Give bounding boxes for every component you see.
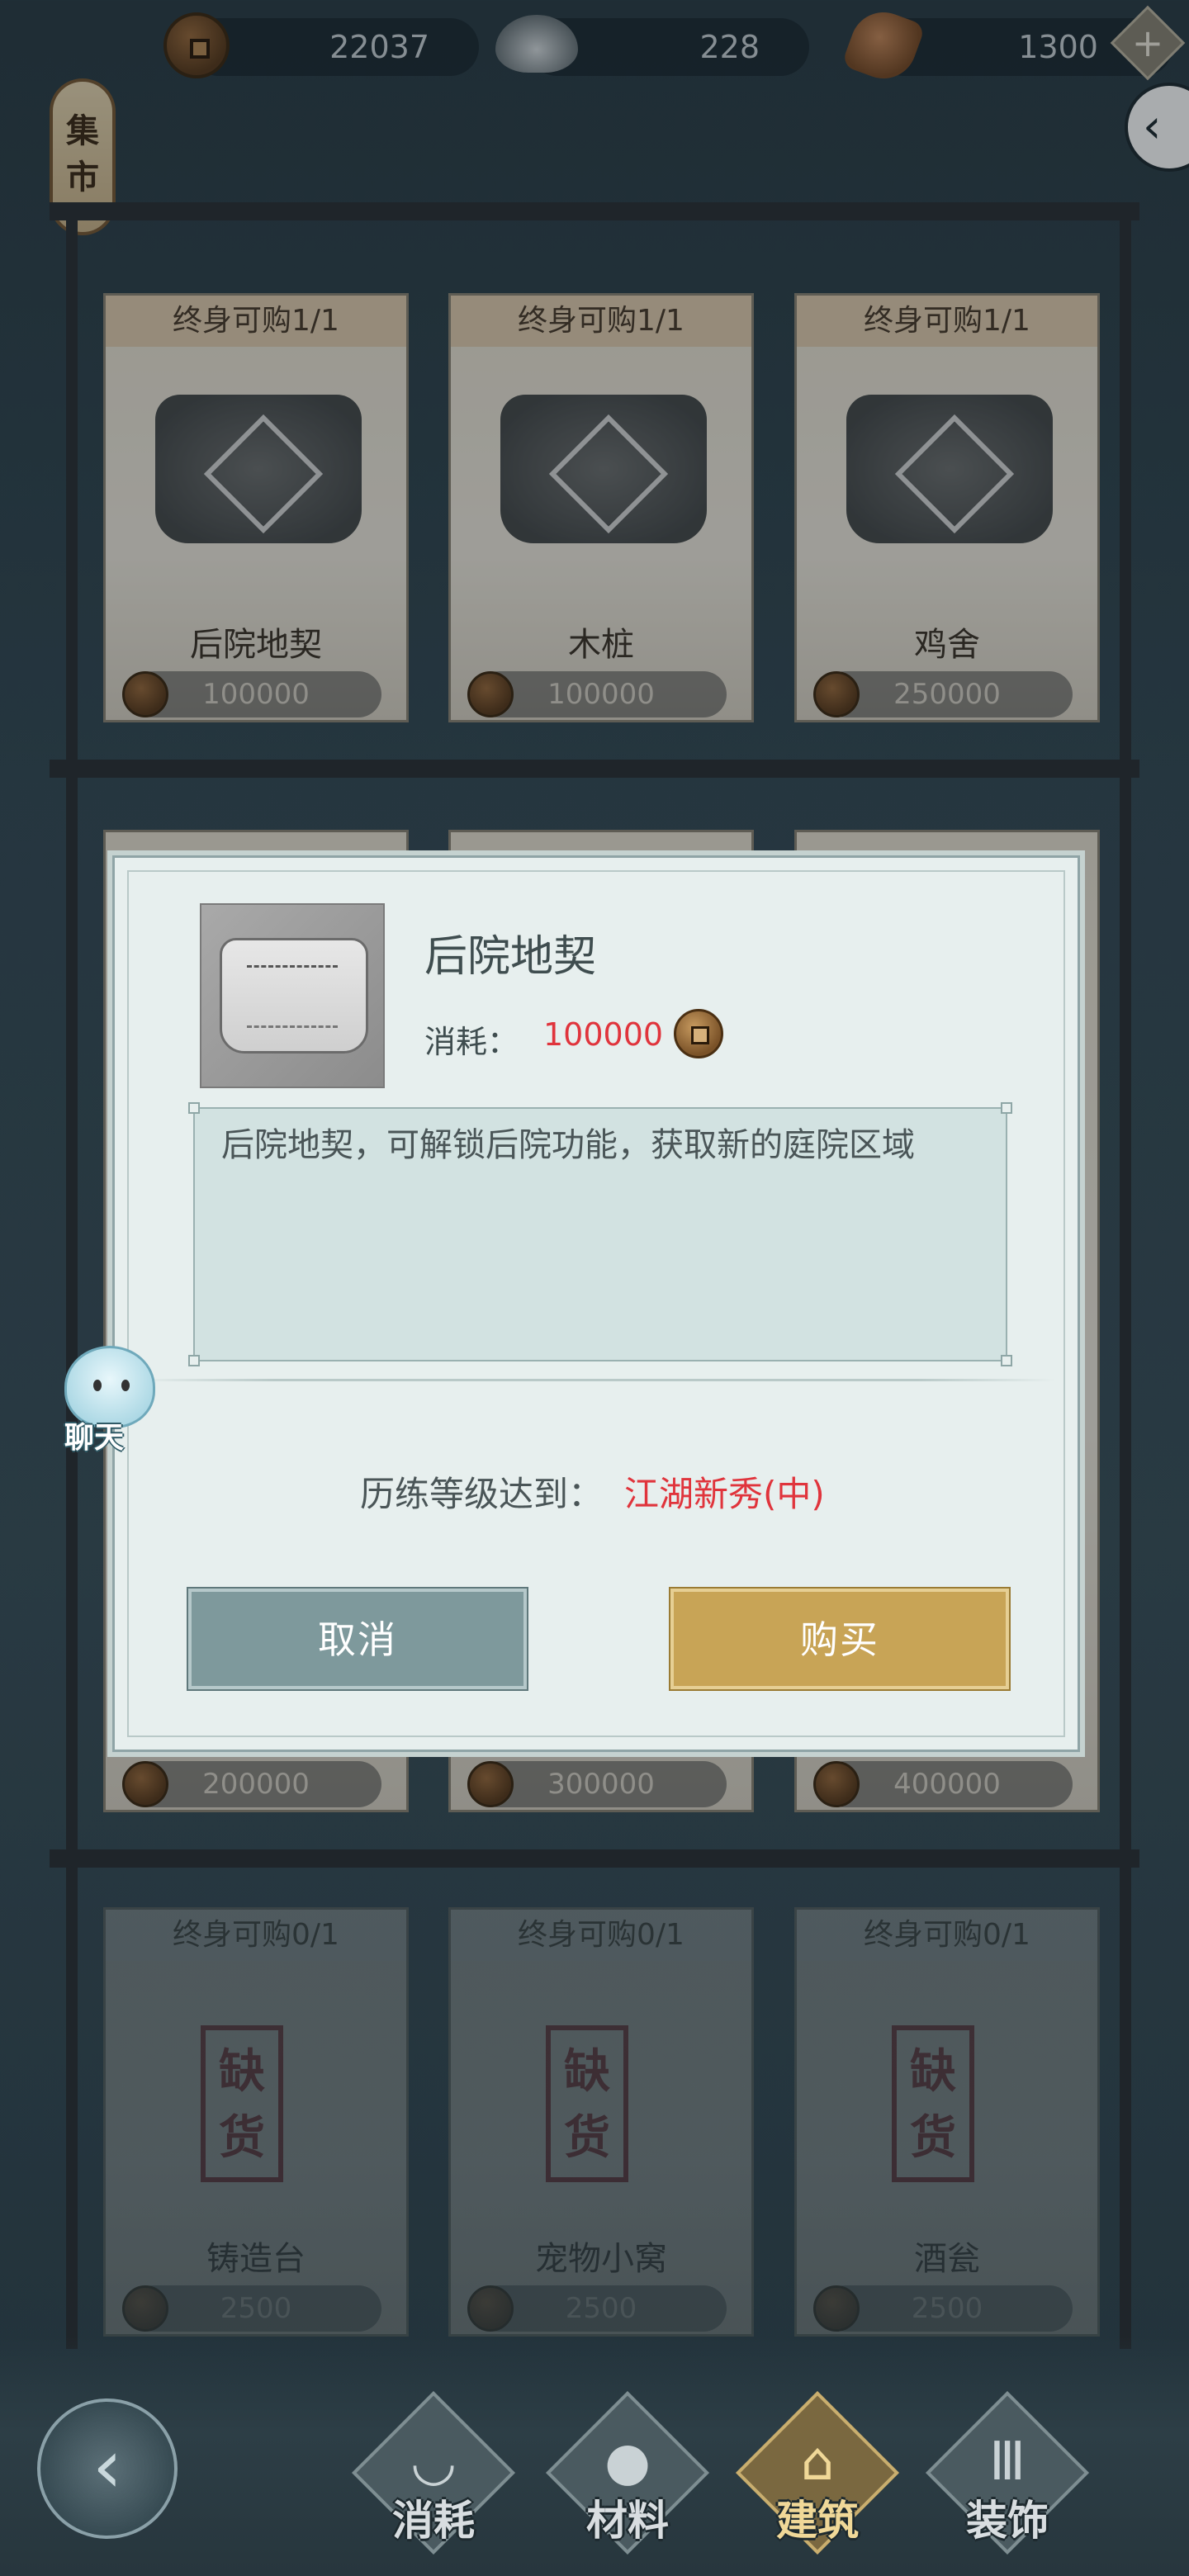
item-description: 后院地契，可解锁后院功能，获取新的庭院区域 bbox=[221, 1126, 915, 1164]
requirement-value: 江湖新秀(中) bbox=[624, 1474, 825, 1514]
buy-button[interactable]: 购买 bbox=[670, 1589, 1009, 1689]
cost-label: 消耗： bbox=[424, 1024, 519, 1060]
corner-ornament bbox=[1001, 1102, 1012, 1114]
corner-ornament bbox=[1001, 1355, 1012, 1366]
corner-ornament bbox=[188, 1102, 200, 1114]
purchase-dialog: 后院地契 消耗： 100000 后院地契，可解锁后院功能，获取新的庭院区域 历练… bbox=[107, 850, 1085, 1757]
copper-coin-icon bbox=[674, 1009, 723, 1058]
back-arrow-icon: ‹ bbox=[92, 2423, 122, 2510]
tab-decorations[interactable]: Ⅲ 装饰 bbox=[925, 2391, 1090, 2564]
dialog-item-title: 后院地契 bbox=[424, 932, 597, 982]
tab-materials[interactable]: ● 材料 bbox=[545, 2391, 710, 2564]
buy-button-label: 购买 bbox=[800, 1617, 879, 1662]
chat-button[interactable]: 聊天 bbox=[48, 1346, 163, 1455]
tab-label: 装饰 bbox=[966, 2496, 1049, 2545]
cancel-button-label: 取消 bbox=[318, 1617, 397, 1662]
tab-consumables[interactable]: ◡ 消耗 bbox=[351, 2391, 516, 2564]
divider bbox=[137, 1379, 1055, 1381]
tab-label: 建筑 bbox=[776, 2496, 859, 2545]
requirement-label: 历练等级达到： bbox=[360, 1474, 604, 1514]
item-thumbnail bbox=[200, 903, 385, 1088]
cost-value: 100000 bbox=[543, 1016, 664, 1053]
tab-label: 材料 bbox=[586, 2496, 669, 2545]
tab-label: 消耗 bbox=[392, 2496, 475, 2545]
cancel-button[interactable]: 取消 bbox=[188, 1589, 527, 1689]
gate-icon: Ⅲ bbox=[988, 2432, 1026, 2493]
back-button[interactable]: ‹ bbox=[37, 2398, 178, 2539]
land-deed-scroll-icon bbox=[220, 938, 368, 1054]
corner-ornament bbox=[188, 1355, 200, 1366]
chat-label: 聊天 bbox=[64, 1421, 125, 1455]
tab-buildings[interactable]: ⌂ 建筑 bbox=[735, 2391, 900, 2564]
bowl-icon: ◡ bbox=[410, 2432, 457, 2493]
logs-icon: ● bbox=[604, 2432, 651, 2493]
building-icon: ⌂ bbox=[800, 2432, 835, 2493]
item-description-box: 后院地契，可解锁后院功能，获取新的庭院区域 bbox=[188, 1102, 1012, 1366]
